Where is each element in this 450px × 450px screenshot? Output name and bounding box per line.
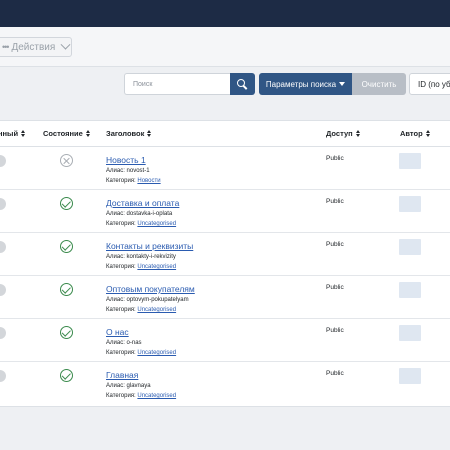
access-level: Public [326, 241, 344, 248]
actions-label: Действия [11, 41, 56, 53]
sort-icon [147, 130, 152, 137]
article-category: Категория: Новости [106, 178, 161, 184]
sort-icon [21, 130, 26, 137]
published-check-icon[interactable] [60, 326, 73, 339]
search-button[interactable] [230, 73, 255, 95]
column-header-author-label: Автор [400, 129, 423, 138]
column-header-author[interactable]: Автор [400, 129, 431, 138]
author-cell[interactable] [399, 282, 421, 298]
table-row: Новость 1 Алиас: novost-1 Категория: Нов… [0, 147, 450, 190]
author-cell[interactable] [399, 325, 421, 341]
table-row: Оптовым покупателям Алиас: optovym-pokup… [0, 276, 450, 319]
column-header-access-label: Доступ [326, 129, 353, 138]
access-level: Public [326, 155, 344, 162]
column-header-featured[interactable]: нный [0, 129, 26, 138]
chevron-down-icon [60, 39, 71, 50]
featured-toggle-icon[interactable] [0, 155, 6, 167]
search-icon [237, 78, 248, 90]
published-check-icon[interactable] [60, 283, 73, 296]
admin-header-bar [0, 0, 450, 27]
column-header-title[interactable]: Заголовок [106, 129, 152, 138]
access-level: Public [326, 198, 344, 205]
table-header: нный Состояние Заголовок Доступ Автор [0, 121, 450, 147]
caret-down-icon [339, 82, 346, 86]
search-input[interactable] [124, 73, 230, 95]
article-title-link[interactable]: Главная [106, 370, 138, 380]
category-link[interactable]: Uncategorised [137, 221, 176, 227]
clear-button[interactable]: Очистить [352, 73, 406, 95]
table-row: О нас Алиас: o-nas Категория: Uncategori… [0, 319, 450, 362]
column-header-featured-label: нный [0, 129, 19, 138]
access-level: Public [326, 370, 344, 377]
toolbar: ••• Действия [0, 27, 450, 67]
search-options-label: Параметры поиска [265, 79, 337, 89]
search-options-button[interactable]: Параметры поиска [259, 73, 352, 95]
article-category: Категория: Uncategorised [106, 264, 177, 270]
article-title-link[interactable]: О нас [106, 327, 129, 337]
sort-icon [85, 130, 91, 137]
articles-table: нный Состояние Заголовок Доступ Автор Но… [0, 120, 450, 407]
author-cell[interactable] [399, 153, 421, 169]
featured-toggle-icon[interactable] [0, 198, 6, 210]
author-cell[interactable] [399, 196, 421, 212]
column-header-title-label: Заголовок [106, 129, 145, 138]
category-link[interactable]: Uncategorised [137, 307, 176, 313]
sort-icon [355, 130, 361, 137]
table-row: Доставка и оплата Алиас: dostavka-i-opla… [0, 190, 450, 233]
category-link[interactable]: Uncategorised [137, 393, 176, 399]
category-link[interactable]: Uncategorised [137, 350, 176, 356]
article-category: Категория: Uncategorised [106, 221, 177, 227]
article-alias: Алиас: glavnaya [106, 383, 151, 389]
column-header-state-label: Состояние [43, 129, 83, 138]
column-header-access[interactable]: Доступ [326, 129, 361, 138]
sort-icon [425, 130, 431, 137]
article-category: Категория: Uncategorised [106, 307, 177, 313]
author-cell[interactable] [399, 368, 421, 384]
sort-order-select[interactable]: ID (по убыванию) [409, 73, 450, 95]
actions-dropdown-button[interactable]: ••• Действия [0, 37, 72, 57]
access-level: Public [326, 327, 344, 334]
featured-toggle-icon[interactable] [0, 241, 6, 253]
column-header-state[interactable]: Состояние [43, 129, 91, 138]
category-link[interactable]: Uncategorised [137, 264, 176, 270]
article-alias: Алиас: novost-1 [106, 168, 150, 174]
published-check-icon[interactable] [60, 369, 73, 382]
featured-toggle-icon[interactable] [0, 370, 6, 382]
ellipsis-icon: ••• [2, 42, 10, 52]
featured-toggle-icon[interactable] [0, 327, 6, 339]
article-title-link[interactable]: Доставка и оплата [106, 198, 179, 208]
article-alias: Алиас: optovym-pokupatelyam [106, 297, 189, 303]
table-row: Контакты и реквизиты Алиас: kontakty-i-r… [0, 233, 450, 276]
article-alias: Алиас: dostavka-i-oplata [106, 211, 173, 217]
category-link[interactable]: Новости [137, 178, 160, 184]
featured-toggle-icon[interactable] [0, 284, 6, 296]
table-row: Главная Алиас: glavnaya Категория: Uncat… [0, 362, 450, 405]
article-title-link[interactable]: Новость 1 [106, 155, 146, 165]
article-category: Категория: Uncategorised [106, 350, 177, 356]
published-check-icon[interactable] [60, 240, 73, 253]
article-alias: Алиас: o-nas [106, 340, 142, 346]
published-check-icon[interactable] [60, 197, 73, 210]
article-alias: Алиас: kontakty-i-rekvizity [106, 254, 176, 260]
article-category: Категория: Uncategorised [106, 393, 177, 399]
access-level: Public [326, 284, 344, 291]
article-title-link[interactable]: Оптовым покупателям [106, 284, 195, 294]
article-title-link[interactable]: Контакты и реквизиты [106, 241, 193, 251]
author-cell[interactable] [399, 239, 421, 255]
unpublished-icon[interactable] [60, 154, 73, 167]
